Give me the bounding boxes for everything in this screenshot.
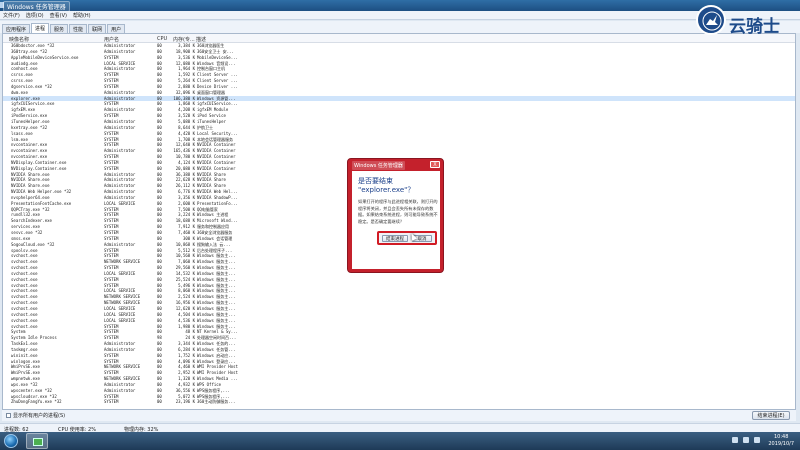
dialog-title: Windows 任务管理器 — [352, 161, 405, 170]
menu-help[interactable]: 帮助(H) — [73, 12, 91, 19]
bottom-controls: 显示所有用户的进程(S) 结束进程(E) — [2, 410, 796, 421]
tab-strip: 应用程序 进程 服务 性能 联网 用户 — [0, 21, 800, 33]
column-user-name[interactable]: 用户名 — [104, 36, 119, 43]
taskbar: 10:48 2019/10/7 — [0, 432, 800, 450]
menu-view[interactable]: 查看(V) — [50, 12, 67, 19]
taskmgr-app-icon — [33, 438, 43, 446]
dialog-button-group: 结束进程 取消 — [377, 231, 437, 245]
show-all-processes[interactable]: 显示所有用户的进程(S) — [6, 412, 65, 419]
volume-icon[interactable] — [754, 437, 760, 443]
tab-services[interactable]: 服务 — [50, 24, 69, 33]
tab-applications[interactable]: 应用程序 — [2, 24, 31, 33]
column-memory[interactable]: 内存(专... — [173, 36, 195, 43]
column-image-name[interactable]: 映像名称 — [9, 36, 29, 43]
taskbar-clock[interactable]: 10:48 2019/10/7 — [768, 434, 794, 448]
tab-networking[interactable]: 联网 — [88, 24, 107, 33]
tab-processes[interactable]: 进程 — [31, 23, 50, 33]
tab-users[interactable]: 用户 — [107, 24, 126, 33]
dialog-close-button[interactable]: X — [430, 161, 440, 168]
window-titlebar[interactable]: Windows 任务管理器 — [0, 0, 800, 12]
system-tray — [732, 437, 760, 443]
column-header-row: 映像名称 用户名 CPU 内存(专... 描述 — [3, 34, 795, 43]
process-description: 360主动防御服务... — [197, 399, 236, 405]
clock-date: 2019/10/7 — [768, 441, 794, 447]
show-all-label: 显示所有用户的进程(S) — [13, 413, 66, 419]
menu-file[interactable]: 文件(F) — [3, 12, 20, 19]
dialog-body: 是否要结束 "explorer.exe"？ 如果打开的程序与此进程相关联，则打开… — [352, 171, 440, 269]
start-button-icon[interactable] — [4, 434, 18, 448]
column-cpu[interactable]: CPU — [157, 36, 167, 42]
process-cpu: 00 — [157, 399, 162, 405]
knight-seal-icon — [696, 5, 726, 35]
network-icon[interactable] — [743, 437, 749, 443]
taskbar-taskmgr-button[interactable] — [26, 433, 48, 449]
end-process-dialog: Windows 任务管理器 X 是否要结束 "explorer.exe"？ 如果… — [347, 158, 444, 273]
process-image-name: ZhuDongFangYu.exe *32 — [11, 399, 62, 405]
clock-time: 10:48 — [773, 434, 789, 440]
menu-options[interactable]: 选项(O) — [26, 12, 44, 19]
tab-performance[interactable]: 性能 — [69, 24, 88, 33]
status-bar: 进程数: 62 CPU 使用率: 2% 物理内存: 32% — [0, 423, 800, 433]
end-process-button[interactable]: 结束进程(E) — [752, 411, 790, 420]
flag-icon[interactable] — [732, 437, 738, 443]
process-row[interactable]: ZhuDongFangYu.exe *32 SYSTEM 00 23,196 K 360… — [3, 399, 795, 405]
dialog-end-process-button[interactable]: 结束进程 — [382, 235, 408, 242]
menu-bar: 文件(F) 选项(O) 查看(V) 帮助(H) — [0, 11, 800, 20]
dialog-message: 如果打开的程序与此进程相关联，则打开的程序将关闭，并且会丢失所有未保存的数据。如… — [358, 199, 438, 224]
yunqishi-logo: 云骑士 — [696, 5, 800, 39]
process-user-name: SYSTEM — [104, 399, 119, 405]
column-description[interactable]: 描述 — [196, 36, 206, 43]
dialog-question: 是否要结束 "explorer.exe"？ — [358, 177, 415, 194]
process-memory: 23,196 K — [175, 399, 195, 405]
logo-text: 云骑士 — [729, 17, 780, 37]
show-all-checkbox[interactable] — [6, 413, 11, 418]
